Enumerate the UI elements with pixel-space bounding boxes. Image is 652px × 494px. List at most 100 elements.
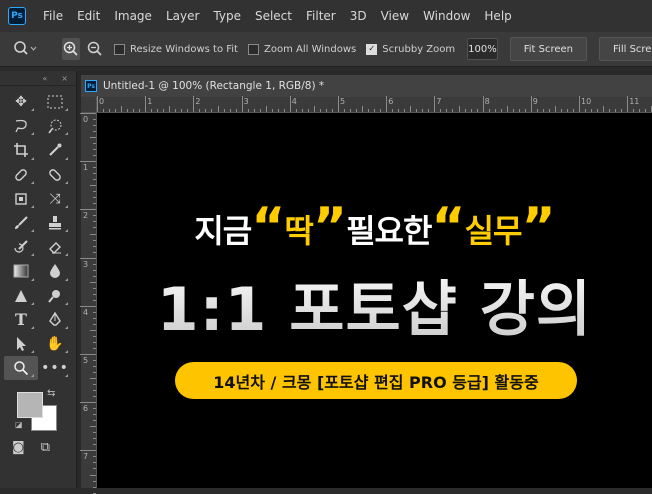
dodge-tool-icon[interactable] <box>38 284 72 308</box>
blur-tool-icon[interactable] <box>38 259 72 283</box>
resize-windows-box[interactable] <box>114 43 125 55</box>
screen-mode-icon[interactable]: ⧉ <box>41 440 50 455</box>
ruler-v-tick <box>93 143 96 145</box>
menu-type[interactable]: Type <box>206 9 248 23</box>
ruler-v-tick <box>93 275 96 277</box>
quick-mask-icon[interactable]: ◙ <box>12 440 25 455</box>
menu-help[interactable]: Help <box>477 9 518 23</box>
fill-screen-button[interactable]: Fill Screen <box>599 37 652 61</box>
type-tool-icon[interactable]: T <box>4 308 38 332</box>
ruler-h-tick <box>247 109 249 112</box>
ruler-v-label: 1 <box>83 163 89 173</box>
ruler-h-tick <box>434 96 436 112</box>
content-aware-tool-icon[interactable] <box>4 187 38 211</box>
ruler-h-tick <box>259 109 261 112</box>
zoom-out-icon[interactable] <box>86 38 104 60</box>
menu-edit[interactable]: Edit <box>70 9 107 23</box>
ruler-h-tick <box>313 106 315 112</box>
quick-selection-tool-icon[interactable] <box>38 114 72 138</box>
resize-windows-checkbox[interactable]: Resize Windows to Fit <box>114 43 238 55</box>
headline-word-now: 지금 <box>194 212 252 250</box>
content-move-tool-icon[interactable]: ⤨ <box>38 187 72 211</box>
swap-colors-icon[interactable]: ⇆ <box>47 388 55 399</box>
default-colors-icon[interactable]: ◪ <box>15 420 23 429</box>
zoom-in-icon[interactable] <box>62 38 80 60</box>
menu-select[interactable]: Select <box>248 9 299 23</box>
gradient-tool-icon[interactable] <box>4 259 38 283</box>
path-selection-tool-icon[interactable] <box>4 332 38 356</box>
ruler-h-tick <box>633 109 635 112</box>
brush-tool-icon[interactable] <box>4 211 38 235</box>
zoom-all-windows-checkbox[interactable]: Zoom All Windows <box>247 43 357 55</box>
zoom-tool-preset-icon[interactable] <box>12 38 38 60</box>
collapse-panel-icon[interactable]: « <box>42 74 47 83</box>
menu-view[interactable]: View <box>374 9 416 23</box>
ruler-h-tick <box>458 106 460 112</box>
move-tool-icon[interactable]: ✥ <box>4 90 38 114</box>
ruler-h-tick <box>356 109 358 112</box>
clone-stamp-tool-icon[interactable] <box>38 211 72 235</box>
ruler-h-tick <box>392 109 394 112</box>
ruler-v-tick <box>93 149 96 151</box>
scrubby-zoom-box[interactable]: ✓ <box>366 43 378 55</box>
ruler-v-tick <box>93 245 96 247</box>
ruler-h-tick <box>169 106 171 112</box>
ruler-h-tick <box>241 96 243 112</box>
ruler-h-tick <box>386 96 388 112</box>
ruler-h-tick <box>645 109 647 112</box>
zoom-percent-field[interactable]: 100% <box>467 38 498 60</box>
pen-tool-icon[interactable] <box>38 308 72 332</box>
ruler-h-tick <box>103 109 105 112</box>
horizontal-ruler[interactable]: 0 1 2 3 4 5 6 7 8 9 10 11 <box>97 96 652 113</box>
ruler-v-tick <box>93 414 96 416</box>
menu-layer[interactable]: Layer <box>159 9 206 23</box>
menu-file[interactable]: File <box>36 9 70 23</box>
eraser-tool-icon[interactable] <box>38 235 72 259</box>
ruler-v-tick <box>90 281 96 283</box>
ruler-v-tick <box>93 360 96 362</box>
photoshop-logo-icon[interactable]: Ps <box>8 7 26 25</box>
ruler-h-tick <box>307 109 309 112</box>
zoom-all-windows-label: Zoom All Windows <box>263 43 357 55</box>
history-brush-tool-icon[interactable] <box>4 235 38 259</box>
scrubby-zoom-checkbox[interactable]: ✓ Scrubby Zoom <box>366 43 455 55</box>
zoom-all-windows-box[interactable] <box>247 43 259 55</box>
more-tools-icon[interactable]: ••• <box>38 356 72 380</box>
close-panel-icon[interactable]: × <box>61 74 68 83</box>
ruler-h-tick <box>253 109 255 112</box>
patch-tool-icon[interactable] <box>38 163 72 187</box>
marquee-tool-icon[interactable] <box>38 90 72 114</box>
ruler-h-tick <box>518 109 520 112</box>
lasso-tool-icon[interactable] <box>4 114 38 138</box>
foreground-color-swatch[interactable] <box>17 392 43 419</box>
menu-image[interactable]: Image <box>107 9 159 23</box>
ruler-v-tick <box>93 125 96 127</box>
ruler-v-tick <box>90 329 96 331</box>
ruler-origin[interactable] <box>81 97 97 113</box>
ruler-v-tick <box>90 378 96 380</box>
menu-window[interactable]: Window <box>416 9 477 23</box>
vertical-ruler[interactable]: 0 1 2 3 4 5 6 7 <box>80 113 97 494</box>
crop-tool-icon[interactable] <box>4 138 38 162</box>
headline-word-needed: 필요한 <box>346 212 432 250</box>
ruler-h-label: 11 <box>629 97 640 106</box>
ruler-h-tick <box>217 106 219 112</box>
menu-3d[interactable]: 3D <box>343 9 374 23</box>
hand-tool-icon[interactable]: ✋ <box>38 332 72 356</box>
ruler-v-tick <box>93 131 96 133</box>
document-tab[interactable]: Ps Untitled-1 @ 100% (Rectangle 1, RGB/8… <box>81 75 652 97</box>
fit-screen-button[interactable]: Fit Screen <box>509 37 588 61</box>
sharpen-tool-icon[interactable] <box>4 284 38 308</box>
headline-word-exactly: 딱 <box>284 212 313 250</box>
canvas[interactable]: 지금“딱”필요한“실무” 1:1 포토샵 강의 14년차 / 크몽 [포토샵 편… <box>97 113 652 488</box>
ruler-v-tick <box>93 396 96 398</box>
ruler-h-tick <box>416 109 418 112</box>
ruler-v-tick <box>93 173 96 175</box>
menu-filter[interactable]: Filter <box>299 9 343 23</box>
zoom-tool-icon[interactable] <box>4 356 38 381</box>
ruler-h-tick <box>350 109 352 112</box>
healing-brush-tool-icon[interactable] <box>4 163 38 187</box>
quote-open-2: “ <box>431 197 465 257</box>
eyedropper-tool-icon[interactable] <box>38 138 72 162</box>
ruler-v-tick <box>80 113 96 114</box>
